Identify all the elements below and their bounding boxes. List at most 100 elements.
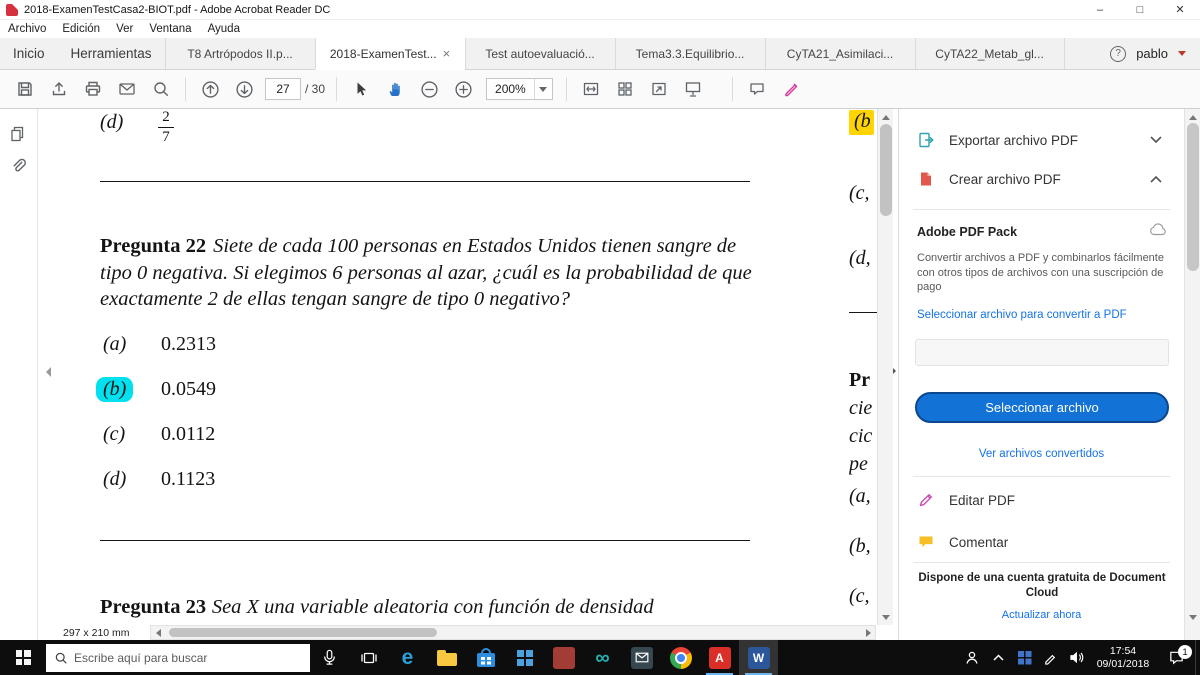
taskbar-clock[interactable]: 17:54 09/01/2018 [1089,645,1157,671]
store-icon [476,647,495,667]
start-button[interactable] [0,640,46,675]
zoom-caret[interactable] [533,79,552,99]
taskbar-search-input[interactable] [74,650,302,665]
col2-item: cic [849,425,873,447]
pen-settings-button[interactable] [1037,640,1063,675]
action-center-button[interactable]: 1 [1157,640,1195,675]
tab-herramientas[interactable]: Herramientas [58,38,165,69]
share-button[interactable] [42,74,76,104]
zoom-level-select[interactable]: 200% [486,78,553,100]
highlight-tool-button[interactable] [774,74,808,104]
scroll-left-button[interactable] [151,626,165,639]
chrome-button[interactable] [661,640,700,675]
tabbar-right-group: ? pablo [1110,38,1200,69]
question-23: Pregunta 23 Sea X una variable aleatoria… [100,595,654,619]
tab-close-icon[interactable]: × [443,46,451,61]
tray-app-button[interactable] [1011,640,1037,675]
help-icon[interactable]: ? [1110,45,1127,62]
store-button[interactable] [466,640,505,675]
title-bar: 2018-ExamenTestCasa2-BIOT.pdf - Adobe Ac… [0,0,1200,20]
convert-file-link[interactable]: Seleccionar archivo para convertir a PDF [917,309,1127,321]
next-page-button[interactable] [227,74,261,104]
comment-item[interactable]: Comentar [899,529,1184,555]
find-button[interactable] [144,74,178,104]
close-button[interactable]: ✕ [1160,0,1200,19]
scrollbar-thumb[interactable] [169,628,437,637]
taskbar-search[interactable] [46,643,310,672]
minimize-button[interactable]: – [1080,0,1120,19]
document-horizontal-scrollbar[interactable] [150,625,876,640]
menu-archivo[interactable]: Archivo [0,23,54,35]
red-app-button[interactable] [544,640,583,675]
convert-file-input[interactable] [915,339,1169,366]
page-thumbnails-button[interactable] [9,125,27,148]
panel-vertical-scrollbar[interactable] [1184,109,1200,640]
word-icon: W [747,646,770,669]
menu-ayuda[interactable]: Ayuda [200,23,248,35]
document-tab-4[interactable]: Tema3.3.Equilibrio... [614,38,765,69]
scroll-down-button[interactable] [878,610,894,624]
document-vertical-scrollbar[interactable] [877,109,893,625]
infinity-app-button[interactable]: ∞ [583,640,622,675]
col2-item: cie [849,397,873,419]
marker-icon [785,83,797,97]
menu-ver[interactable]: Ver [108,23,141,35]
tab-bar: Inicio Herramientas T8 Artrópodos II.p..… [0,38,1200,70]
scrollbar-thumb[interactable] [880,124,892,216]
collapse-left-pane-button[interactable] [41,367,51,377]
update-now-link[interactable]: Actualizar ahora [899,609,1184,621]
tray-expand-button[interactable] [985,640,1011,675]
fullscreen-button[interactable] [642,74,676,104]
cortana-mic-button[interactable] [310,640,349,675]
scroll-up-button[interactable] [878,110,894,124]
zoom-in-button[interactable] [446,74,480,104]
blue-tiles-app-button[interactable] [505,640,544,675]
page-copy-icon [11,126,24,142]
document-tab-1[interactable]: T8 Artrópodos II.p... [164,38,315,69]
export-pdf-item[interactable]: Exportar archivo PDF [899,127,1184,153]
chevron-down-icon [539,86,548,92]
show-desktop-button[interactable] [1195,640,1200,675]
print-button[interactable] [76,74,110,104]
document-tab-5[interactable]: CyTA21_Asimilaci... [764,38,915,69]
people-button[interactable] [959,640,985,675]
scroll-right-button[interactable] [861,626,875,639]
document-tab-6[interactable]: CyTA22_Metab_gl... [914,38,1065,69]
edit-pdf-item[interactable]: Editar PDF [899,487,1184,513]
presentation-button[interactable] [676,74,710,104]
email-button[interactable] [110,74,144,104]
document-tab-3[interactable]: Test autoevaluació... [464,38,615,69]
task-view-button[interactable] [349,640,388,675]
tile-view-button[interactable] [608,74,642,104]
page-number-input[interactable]: 27 [265,78,301,100]
scroll-down-button[interactable] [1185,610,1200,624]
acrobat-taskbar-button[interactable]: A [700,640,739,675]
comment-tool-button[interactable] [740,74,774,104]
maximize-button[interactable]: □ [1120,0,1160,19]
chevron-up-icon[interactable] [1150,175,1162,183]
mail-app-button[interactable] [622,640,661,675]
volume-button[interactable] [1063,640,1089,675]
select-file-button[interactable]: Seleccionar archivo [915,392,1169,423]
menu-ventana[interactable]: Ventana [141,23,199,35]
create-pdf-item[interactable]: Crear archivo PDF [899,166,1184,192]
user-menu[interactable]: pablo [1136,46,1168,61]
chevron-down-icon[interactable] [1150,136,1162,144]
selection-tool-button[interactable] [344,74,378,104]
tab-inicio[interactable]: Inicio [0,38,58,69]
attachments-button[interactable] [9,157,27,180]
fit-width-button[interactable] [574,74,608,104]
zoom-out-button[interactable] [412,74,446,104]
converted-files-link[interactable]: Ver archivos convertidos [899,448,1184,460]
previous-page-button[interactable] [193,74,227,104]
document-tab-2-active[interactable]: 2018-ExamenTest... × [314,38,465,70]
scrollbar-thumb[interactable] [1187,123,1199,271]
file-explorer-button[interactable] [427,640,466,675]
edge-button[interactable]: e [388,640,427,675]
save-button[interactable] [8,74,42,104]
menu-edicion[interactable]: Edición [54,23,108,35]
infinity-icon: ∞ [595,646,610,669]
hand-tool-button[interactable] [378,74,412,104]
scroll-up-button[interactable] [1185,110,1200,124]
word-taskbar-button[interactable]: W [739,640,778,675]
